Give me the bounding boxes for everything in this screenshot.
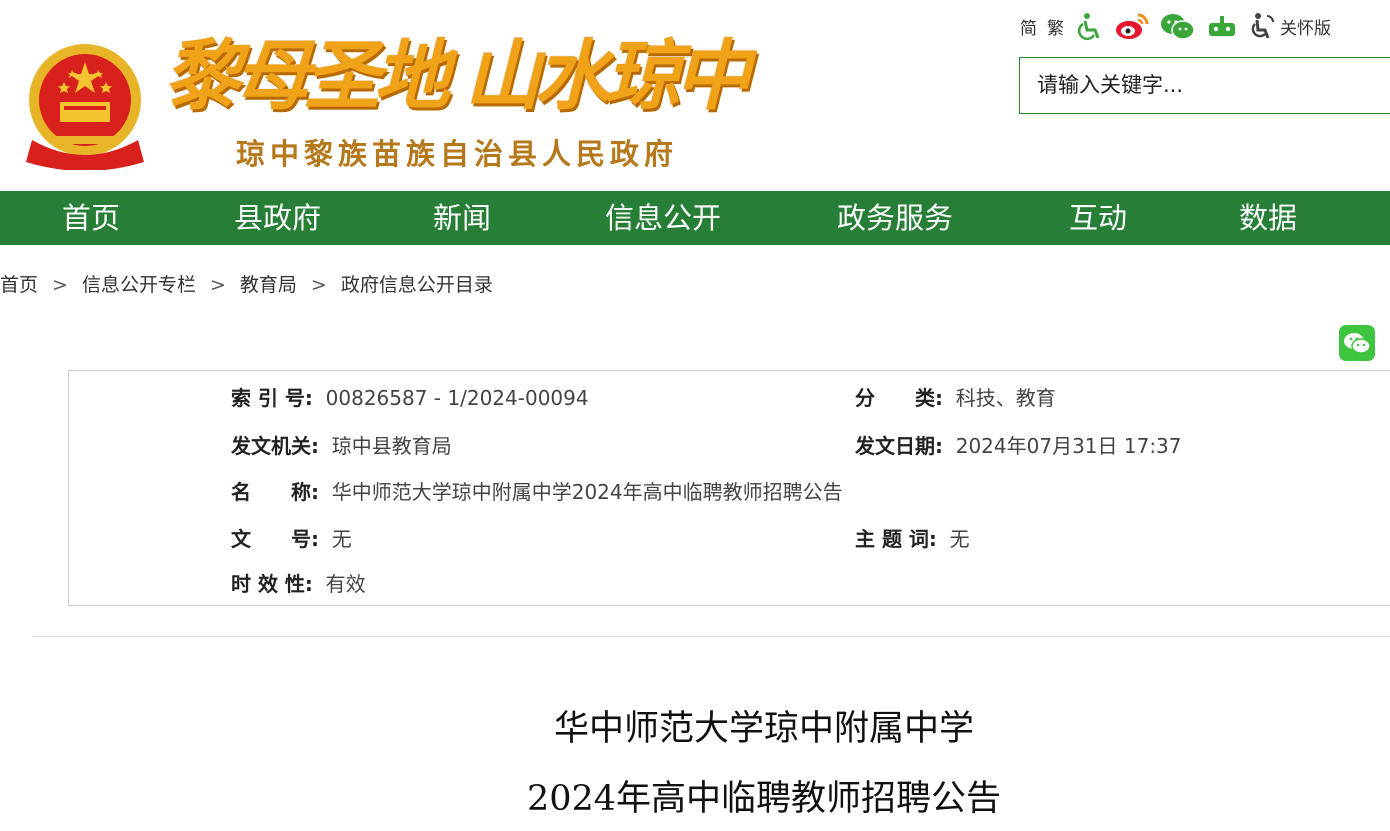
breadcrumb-separator: > [52,274,68,296]
document-title-line-1: 华中师范大学琼中附属中学 [553,709,974,749]
content-divider [32,636,1390,637]
meta-index-number: 索 引 号: 00826587 - 1/2024-00094 [231,383,589,413]
meta-label: 文 号: [231,527,319,551]
wechat-share-button[interactable] [1339,325,1375,361]
breadcrumb-home[interactable]: 首页 [0,274,38,296]
meta-label: 分 类: [855,386,943,410]
top-toolbar: 简 繁 关怀版 [1020,8,1331,44]
nav-item-information-disclosure[interactable]: 信息公开 [605,191,721,245]
nav-item-county-government[interactable]: 县政府 [234,191,321,245]
meta-document-number: 文 号: 无 [231,524,352,554]
elderly-care-icon [1251,13,1274,39]
traditional-chinese-link[interactable]: 繁 [1047,14,1064,39]
meta-label: 名 称: [231,480,319,504]
meta-label: 时 效 性: [231,572,313,596]
simplified-chinese-link[interactable]: 简 [1020,14,1037,39]
wechat-icon[interactable] [1160,11,1196,41]
meta-issuer: 发文机关: 琼中县教育局 [231,431,452,461]
meta-label: 索 引 号: [231,386,313,410]
meta-label: 主 题 词: [855,527,937,551]
nav-item-interaction[interactable]: 互动 [1069,191,1127,245]
meta-value: 00826587 - 1/2024-00094 [325,386,589,410]
breadcrumb-info-disclosure-column[interactable]: 信息公开专栏 [82,274,196,296]
nav-item-home[interactable]: 首页 [62,191,120,245]
breadcrumb-education-bureau[interactable]: 教育局 [240,274,297,296]
document-title-line-2: 2024年高中临聘教师招聘公告 [526,779,1002,819]
meta-label: 发文日期: [855,434,943,458]
breadcrumb-separator: > [310,274,327,296]
meta-value: 无 [949,527,970,551]
meta-issue-date: 发文日期: 2024年07月31日 17:37 [855,431,1182,461]
site-subtitle: 琼中黎族苗族自治县人民政府 [236,137,679,171]
nav-item-data[interactable]: 数据 [1239,191,1297,245]
weibo-icon[interactable] [1114,11,1150,41]
meta-value: 科技、教育 [955,386,1056,410]
accessibility-icon[interactable] [1074,11,1104,41]
breadcrumb-info-catalog[interactable]: 政府信息公开目录 [341,274,493,296]
site-title: 黎母圣地 山水琼中 [164,31,750,120]
meta-value: 华中师范大学琼中附属中学2024年高中临聘教师招聘公告 [331,480,843,504]
main-nav: 首页 县政府 新闻 信息公开 政务服务 互动 数据 [0,191,1390,245]
meta-keywords: 主 题 词: 无 [855,524,970,554]
meta-value: 有效 [325,572,366,596]
nav-item-government-services[interactable]: 政务服务 [837,191,953,245]
meta-label: 发文机关: [231,434,319,458]
breadcrumb-separator: > [209,274,226,296]
meta-name: 名 称: 华中师范大学琼中附属中学2024年高中临聘教师招聘公告 [231,477,843,507]
meta-value: 2024年07月31日 17:37 [955,434,1182,458]
meta-value: 琼中县教育局 [331,434,452,458]
meta-category: 分 类: 科技、教育 [855,383,1056,413]
document-metadata-panel: 索 引 号: 00826587 - 1/2024-00094 分 类: 科技、教… [68,370,1390,606]
meta-validity: 时 效 性: 有效 [231,569,366,599]
care-mode-button[interactable]: 关怀版 [1248,11,1331,41]
search-input[interactable]: 请输入关键字... [1019,57,1390,114]
robot-icon[interactable] [1206,11,1238,41]
meta-value: 无 [331,527,352,551]
care-mode-label: 关怀版 [1280,18,1331,39]
nav-item-news[interactable]: 新闻 [433,191,491,245]
wechat-share-icon [1344,333,1371,354]
national-emblem-logo [24,40,146,171]
breadcrumb: 首页 > 信息公开专栏 > 教育局 > 政府信息公开目录 [0,270,493,300]
